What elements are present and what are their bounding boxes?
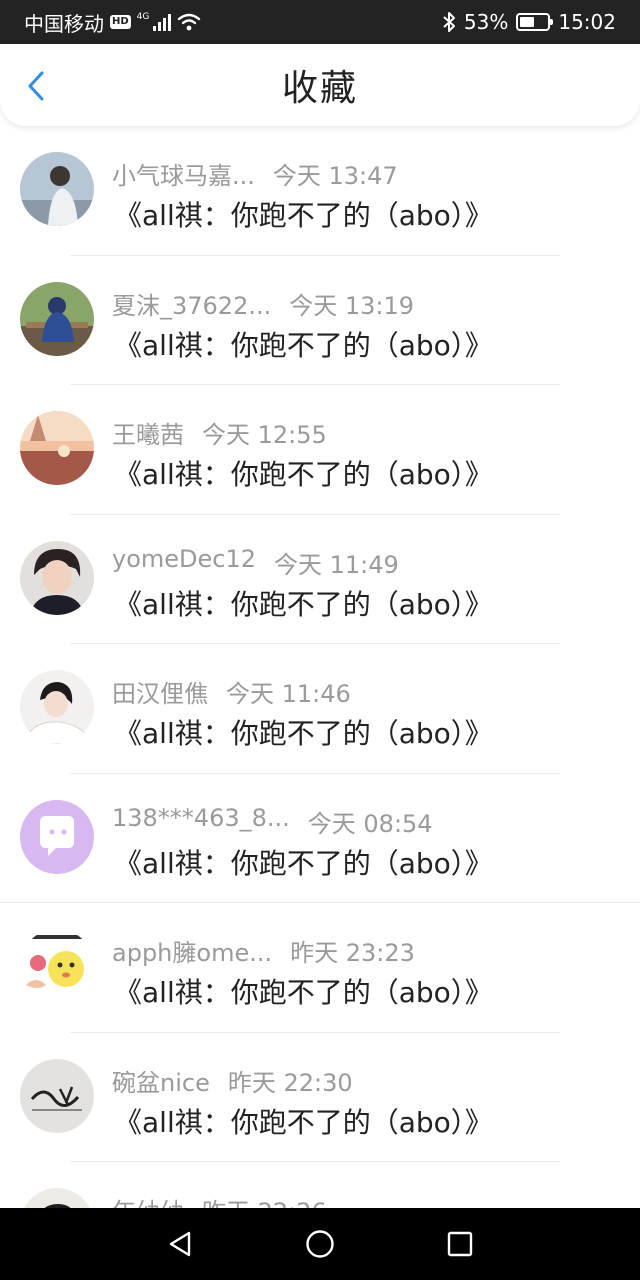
circle-home-icon: [306, 1230, 334, 1258]
message-text: 《all祺：你跑不了的（abo）》: [114, 976, 493, 1009]
item-meta: yomeDec12 今天 11:49: [112, 545, 399, 580]
favorite-item[interactable]: 田汉俚僬 今天 11:46 《all祺：你跑不了的（abo）》: [0, 644, 640, 774]
item-meta: 王曦茜 今天 12:55: [112, 415, 327, 450]
item-meta: 138***463_8... 今天 08:54: [112, 804, 433, 839]
message-text: 《all祺：你跑不了的（abo）》: [114, 199, 493, 232]
timestamp: 昨天 23:23: [290, 939, 415, 967]
timestamp: 今天 13:19: [289, 291, 415, 320]
avatar[interactable]: [20, 799, 94, 874]
timestamp: 今天 12:55: [202, 421, 327, 449]
item-meta: apph臃ome... 昨天 23:23: [112, 933, 415, 968]
chevron-left-icon: [28, 71, 44, 101]
battery-percent: 53%: [463, 10, 509, 34]
avatar[interactable]: [20, 540, 94, 615]
favorite-item[interactable]: apph臃ome... 昨天 23:23 《all祺：你跑不了的（abo）》: [0, 903, 640, 1033]
avatar[interactable]: [20, 281, 94, 356]
avatar[interactable]: [20, 411, 94, 485]
favorite-item[interactable]: 138***463_8... 今天 08:54 《all祺：你跑不了的（abo）…: [0, 774, 640, 903]
user-name[interactable]: 田汉俚僬: [112, 674, 208, 709]
hd-badge: HD: [110, 15, 131, 29]
avatar[interactable]: [20, 152, 94, 226]
battery-level: [520, 17, 535, 27]
message-text: 《all祺：你跑不了的（abo）》: [114, 328, 493, 362]
item-meta: 碗盆nice 昨天 22:30: [112, 1063, 353, 1098]
item-meta: 夏沫_37622... 今天 13:19: [112, 286, 414, 321]
timestamp: 今天 13:47: [272, 162, 398, 190]
message-text: 《all祺：你跑不了的（abo）》: [114, 1105, 493, 1139]
user-name[interactable]: yomeDec12: [112, 545, 256, 580]
message-text: 《all祺：你跑不了的（abo）》: [114, 846, 493, 880]
user-name[interactable]: 年幼幼: [112, 1192, 184, 1208]
timestamp: 今天 08:54: [307, 809, 433, 838]
nav-recents-button[interactable]: [440, 1224, 480, 1264]
square-recents-icon: [447, 1231, 473, 1257]
favorite-item[interactable]: yomeDec12 今天 11:49 《all祺：你跑不了的（abo）》: [0, 515, 640, 644]
item-meta: 小气球马嘉... 今天 13:47: [112, 156, 398, 191]
user-name[interactable]: 夏沫_37622...: [112, 286, 271, 321]
battery-icon: [516, 13, 554, 31]
back-button[interactable]: [18, 68, 54, 104]
avatar[interactable]: [20, 1188, 94, 1208]
favorite-item[interactable]: 王曦茜 今天 12:55 《all祺：你跑不了的（abo）》: [0, 385, 640, 515]
item-meta: 年幼幼 昨天 22:26: [112, 1192, 327, 1208]
avatar[interactable]: [20, 929, 94, 1003]
user-name[interactable]: 王曦茜: [112, 415, 184, 450]
user-name[interactable]: 138***463_8...: [112, 804, 290, 839]
cellular-signal-icon: 4G: [137, 13, 172, 31]
page-title: 收藏: [281, 68, 358, 109]
message-text: 《all祺：你跑不了的（abo）》: [114, 458, 493, 491]
timestamp: 昨天 22:26: [202, 1192, 327, 1208]
timestamp: 今天 11:46: [226, 680, 351, 708]
carrier-name: 中国移动: [24, 11, 104, 36]
status-left: 中国移动 HD 4G: [24, 8, 442, 37]
timestamp: 今天 11:49: [274, 550, 399, 579]
message-text: 《all祺：你跑不了的（abo）》: [114, 587, 493, 621]
user-name[interactable]: 碗盆nice: [112, 1063, 210, 1098]
bluetooth-icon: [443, 12, 455, 32]
item-meta: 田汉俚僬 今天 11:46: [112, 674, 351, 709]
status-right: 53% 15:02: [442, 10, 616, 34]
favorite-item[interactable]: 碗盆nice 昨天 22:30 《all祺：你跑不了的（abo）》: [0, 1033, 640, 1162]
user-name[interactable]: 小气球马嘉...: [112, 156, 255, 191]
favorite-item[interactable]: 年幼幼 昨天 22:26: [0, 1162, 640, 1208]
triangle-back-icon: [169, 1231, 191, 1257]
user-name[interactable]: apph臃ome...: [112, 933, 272, 968]
app-header: 收藏: [0, 44, 640, 126]
network-type-label: 4G: [136, 12, 150, 22]
message-text: 《all祺：你跑不了的（abo）》: [114, 717, 493, 750]
favorite-item[interactable]: 夏沫_37622... 今天 13:19 《all祺：你跑不了的（abo）》: [0, 256, 640, 385]
status-bar: 中国移动 HD 4G 53% 15:02: [0, 0, 640, 44]
system-nav-bar: [0, 1208, 640, 1280]
clock: 15:02: [558, 10, 616, 34]
nav-home-button[interactable]: [300, 1224, 340, 1264]
avatar[interactable]: [20, 670, 94, 744]
wifi-icon: [178, 13, 201, 31]
avatar[interactable]: [20, 1058, 94, 1133]
favorite-item[interactable]: 小气球马嘉... 今天 13:47 《all祺：你跑不了的（abo）》: [0, 126, 640, 256]
timestamp: 昨天 22:30: [227, 1068, 353, 1097]
nav-back-button[interactable]: [160, 1224, 200, 1264]
favorites-list: 小气球马嘉... 今天 13:47 《all祺：你跑不了的（abo）》 夏沫_3…: [0, 126, 640, 1208]
